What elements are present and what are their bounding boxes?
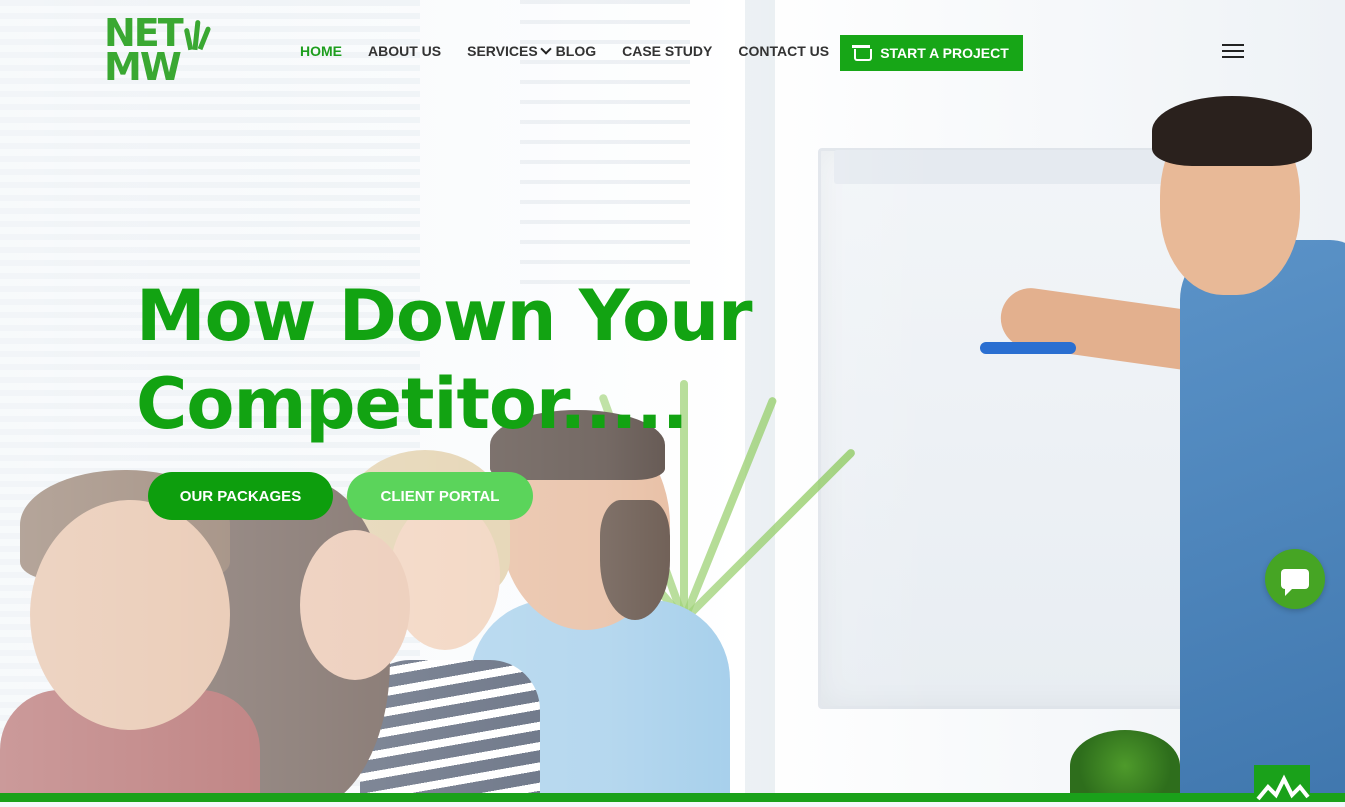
site-header: NET MW HOME ABOUT US SERVICES BLOG CASE …	[0, 0, 1345, 105]
logo-text-mw: MW	[104, 45, 182, 89]
nav-home[interactable]: HOME	[300, 43, 342, 59]
chevron-down-icon	[540, 43, 552, 55]
site-logo[interactable]: NET MW	[104, 14, 218, 90]
nav-services-label: SERVICES	[467, 43, 538, 59]
start-project-button[interactable]: START A PROJECT	[840, 35, 1023, 71]
nav-services[interactable]: SERVICES	[467, 43, 552, 59]
nav-about-us[interactable]: ABOUT US	[368, 43, 441, 59]
nav-contact-us-label: CONTACT US	[738, 43, 830, 59]
basket-icon	[852, 44, 873, 61]
bottom-accent-bar	[0, 793, 1345, 802]
our-packages-button[interactable]: OUR PACKAGES	[148, 472, 333, 520]
hero-headline-line1: Mow Down Your	[136, 275, 753, 357]
nav-contact-us[interactable]: CONTACT US	[738, 43, 829, 59]
chat-widget-button[interactable]	[1265, 549, 1325, 609]
hero-headline-line2: Competitor.....	[136, 363, 688, 445]
nav-about-us-label: ABOUT US	[368, 43, 442, 59]
nav-blog[interactable]: BLOG	[556, 43, 596, 59]
our-packages-label: OUR PACKAGES	[179, 487, 302, 505]
client-portal-button[interactable]: CLIENT PORTAL	[347, 472, 533, 520]
client-portal-label: CLIENT PORTAL	[380, 487, 500, 505]
hamburger-icon[interactable]	[1222, 44, 1246, 60]
nav-case-study-label: CASE STUDY	[622, 43, 713, 59]
grass-icon	[183, 19, 212, 51]
logo-bottom-row: MW	[104, 45, 218, 89]
hero-headline: Mow Down Your Competitor.....	[136, 272, 796, 448]
nav-home-label: HOME	[300, 43, 342, 59]
scroll-to-top-icon	[1256, 774, 1310, 801]
main-nav: HOME ABOUT US SERVICES BLOG CASE STUDY C…	[300, 43, 829, 59]
nav-blog-label: BLOG	[555, 43, 597, 59]
chat-bubble-icon	[1281, 569, 1309, 596]
nav-case-study[interactable]: CASE STUDY	[622, 43, 712, 59]
start-project-label: START A PROJECT	[880, 45, 1009, 61]
scroll-to-top-button[interactable]	[1254, 765, 1310, 802]
